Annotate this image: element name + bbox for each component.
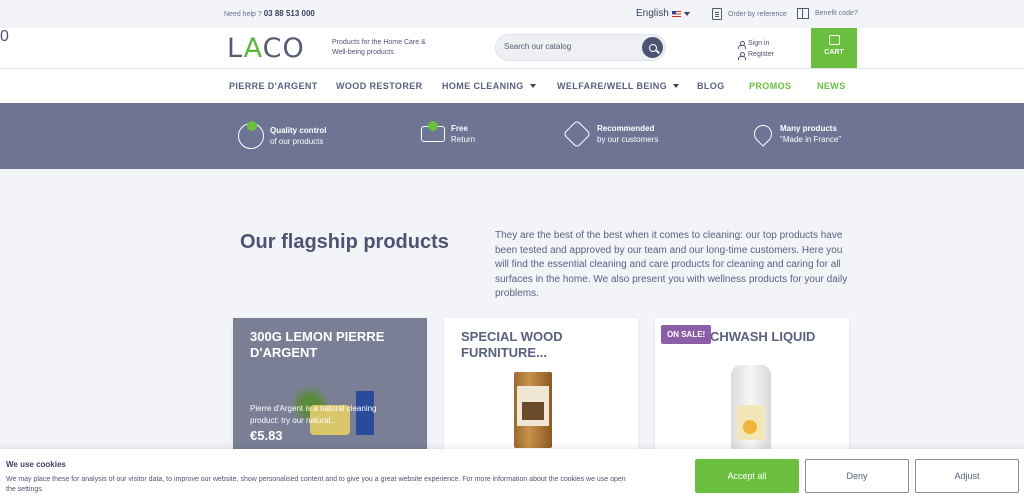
product-title[interactable]: CHWASH LIQUID	[710, 329, 849, 345]
search-icon	[648, 43, 657, 52]
product-image	[514, 372, 552, 448]
feature-recommended: Recommended by our customers	[562, 119, 658, 149]
deny-button[interactable]: Deny	[805, 459, 909, 493]
product-price: €5.83	[250, 428, 283, 443]
help-contact: Need help ? 03 88 513 000	[224, 9, 315, 18]
language-label: English	[636, 8, 669, 19]
cart-label: CART	[824, 49, 844, 56]
section-title: Our flagship products	[240, 231, 449, 253]
nav-item-blog[interactable]: BLOG	[697, 81, 725, 91]
top-bar: Need help ? 03 88 513 000 English Order …	[0, 0, 1024, 28]
adjust-button[interactable]: Adjust	[915, 459, 1019, 493]
feature-made-in-france: Many products "Made in France"	[750, 121, 841, 147]
sale-badge: ON SALE!	[661, 325, 712, 344]
user-icon	[738, 40, 746, 49]
benefit-code-link[interactable]: Benefit code?	[797, 8, 858, 19]
quality-check-icon	[238, 121, 264, 149]
search-bar	[495, 34, 666, 61]
tagline: Products for the Home Care & Well-being …	[332, 39, 426, 56]
help-label: Need help ?	[224, 11, 264, 18]
cookie-title: We use cookies	[6, 460, 66, 469]
section-intro: They are the best of the best when it co…	[495, 230, 848, 299]
feature-free-return: Free Return	[421, 121, 475, 145]
document-icon	[712, 8, 722, 20]
nav-item-wood-restorer[interactable]: WOOD RESTORER	[336, 81, 423, 91]
cookie-text: We may place these for analysis of our v…	[6, 476, 626, 493]
product-card[interactable]: 300G LEMON PIERRE D'ARGENT Pierre d'Arge…	[233, 318, 427, 458]
register-link[interactable]: Register	[738, 49, 774, 60]
product-title[interactable]: SPECIAL WOOD FURNITURE...	[461, 329, 626, 361]
search-button[interactable]	[642, 37, 663, 58]
shopping-bag-icon	[828, 35, 840, 45]
product-description: Pierre d'Argent is a natural cleaning pr…	[250, 404, 377, 425]
chevron-down-icon	[683, 11, 690, 16]
account-links: Sign in Register	[738, 38, 774, 60]
nav-item-pierre-dargent[interactable]: PIERRE D'ARGENT	[229, 81, 318, 91]
cookie-banner: We use cookies We may place these for an…	[0, 449, 1024, 502]
user-plus-icon	[738, 51, 746, 60]
sign-in-link[interactable]: Sign in	[738, 38, 774, 49]
location-pin-icon	[750, 121, 776, 147]
gift-icon	[797, 8, 809, 19]
main-nav: PIERRE D'ARGENT WOOD RESTORER HOME CLEAN…	[0, 69, 1024, 103]
house-icon	[562, 119, 592, 149]
benefit-code-label: Benefit code?	[815, 10, 858, 17]
site-header: LACO Products for the Home Care & Well-b…	[0, 28, 1024, 69]
language-selector[interactable]: English	[636, 8, 690, 19]
order-by-reference-label: Order by reference	[728, 10, 787, 18]
laco-logo[interactable]: LACO	[227, 33, 305, 64]
order-by-reference-link[interactable]: Order by reference	[712, 8, 787, 20]
nav-item-welfare[interactable]: WELFARE/WELL BEING	[557, 81, 680, 91]
chevron-down-icon	[673, 84, 680, 88]
truck-icon	[421, 121, 445, 142]
search-input[interactable]	[504, 42, 634, 51]
nav-item-promos[interactable]: PROMOS	[749, 81, 791, 91]
cart-button[interactable]: CART	[811, 28, 857, 68]
product-image	[731, 365, 771, 450]
features-band: Quality control of our products Free Retur…	[0, 103, 1024, 169]
nav-item-news[interactable]: NEWS	[817, 81, 846, 91]
chevron-down-icon	[529, 84, 536, 88]
phone-number[interactable]: 03 88 513 000	[264, 9, 315, 18]
feature-quality: Quality control of our products	[238, 121, 326, 149]
accept-all-button[interactable]: Accept all	[695, 459, 799, 493]
us-flag-icon	[671, 10, 681, 17]
product-title[interactable]: 300G LEMON PIERRE D'ARGENT	[250, 329, 415, 361]
nav-item-home-cleaning[interactable]: HOME CLEANING	[442, 81, 536, 91]
